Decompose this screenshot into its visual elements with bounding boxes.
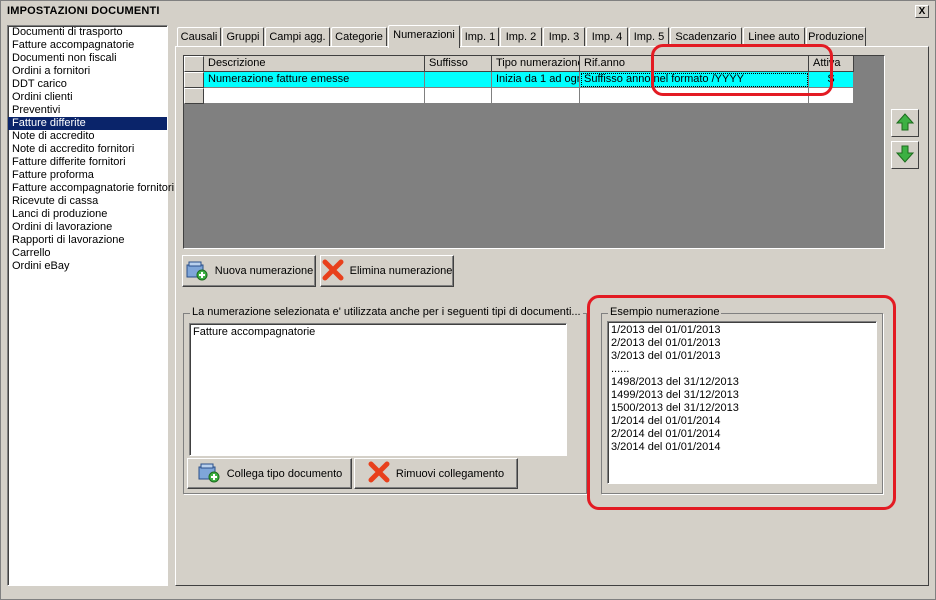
linked-documents-list[interactable]: Fatture accompagnatorie xyxy=(189,323,567,456)
grid-cell-tipo[interactable]: Inizia da 1 ad ogni nuovo anno xyxy=(492,72,580,88)
remove-x-icon xyxy=(368,461,390,486)
doc-type-item[interactable]: Carrello xyxy=(8,247,167,260)
doc-type-item[interactable]: Fatture accompagnatorie fornitori xyxy=(8,182,174,195)
tab-gruppi[interactable]: Gruppi xyxy=(222,27,264,47)
delete-numbering-button[interactable]: Elimina numerazione xyxy=(320,255,454,287)
link-icon xyxy=(197,461,221,486)
tab-causali[interactable]: Causali xyxy=(177,27,221,47)
doc-type-item[interactable]: Documenti non fiscali xyxy=(8,52,167,65)
tab-imp-2[interactable]: Imp. 2 xyxy=(500,27,542,47)
row-indicator[interactable] xyxy=(184,72,204,88)
link-document-type-button[interactable]: Collega tipo documento xyxy=(187,458,352,489)
new-record-icon xyxy=(185,259,209,284)
remove-link-button[interactable]: Rimuovi collegamento xyxy=(354,458,518,489)
new-numbering-label: Nuova numerazione xyxy=(214,265,314,277)
arrow-up-icon xyxy=(895,112,915,135)
remove-link-label: Rimuovi collegamento xyxy=(395,467,505,480)
doc-type-item[interactable]: Ordini a fornitori xyxy=(8,65,167,78)
new-numbering-button[interactable]: Nuova numerazione xyxy=(182,255,316,287)
doc-type-item[interactable]: Ordini eBay xyxy=(8,260,167,273)
arrow-down-icon xyxy=(895,144,915,167)
grid-corner xyxy=(184,56,204,72)
tab-campi-agg[interactable]: Campi agg. xyxy=(265,27,330,47)
tab-imp-4[interactable]: Imp. 4 xyxy=(586,27,628,47)
tab-imp-1[interactable]: Imp. 1 xyxy=(461,27,499,47)
delete-x-icon xyxy=(322,259,344,284)
doc-type-item[interactable]: Ordini di lavorazione xyxy=(8,221,167,234)
close-button[interactable]: X xyxy=(915,5,929,18)
linked-document-item[interactable]: Fatture accompagnatorie xyxy=(193,326,563,339)
doc-type-item[interactable]: Note di accredito fornitori xyxy=(8,143,167,156)
grid-empty-cell[interactable] xyxy=(204,88,425,104)
doc-type-item[interactable]: Rapporti di lavorazione xyxy=(8,234,167,247)
tab-numerazioni[interactable]: Numerazioni xyxy=(388,25,460,48)
doc-type-item[interactable]: DDT carico xyxy=(8,78,167,91)
tab-categorie[interactable]: Categorie xyxy=(331,27,387,47)
annotation-highlight-rif-anno xyxy=(651,44,833,96)
title-bar: IMPOSTAZIONI DOCUMENTI X xyxy=(3,3,933,21)
doc-type-item[interactable]: Fatture accompagnatorie xyxy=(8,39,167,52)
doc-type-item[interactable]: Ricevute di cassa xyxy=(8,195,167,208)
doc-type-item[interactable]: Documenti di trasporto xyxy=(8,26,167,39)
settings-window: IMPOSTAZIONI DOCUMENTI X Documenti di tr… xyxy=(0,0,936,600)
column-header[interactable]: Suffisso xyxy=(425,56,492,72)
link-document-type-label: Collega tipo documento xyxy=(226,467,343,480)
move-down-button[interactable] xyxy=(891,141,919,169)
tab-imp-3[interactable]: Imp. 3 xyxy=(543,27,585,47)
doc-type-item[interactable]: Fatture differite fornitori xyxy=(8,156,167,169)
annotation-highlight-example xyxy=(587,295,896,510)
document-type-list[interactable]: Documenti di trasporto Fatture accompagna… xyxy=(7,25,174,586)
grid-empty-cell[interactable] xyxy=(492,88,580,104)
grid-cell-descrizione[interactable]: Numerazione fatture emesse xyxy=(204,72,425,88)
linked-documents-label: La numerazione selezionata e' utilizzata… xyxy=(190,306,583,318)
column-header[interactable]: Tipo numerazione xyxy=(492,56,580,72)
doc-type-item[interactable]: Ordini clienti xyxy=(8,91,167,104)
doc-type-item[interactable]: Fatture differite xyxy=(8,117,167,130)
window-title: IMPOSTAZIONI DOCUMENTI xyxy=(7,5,160,17)
row-indicator[interactable] xyxy=(184,88,204,104)
delete-numbering-label: Elimina numerazione xyxy=(349,265,453,277)
grid-empty-cell[interactable] xyxy=(425,88,492,104)
doc-type-item[interactable]: Note di accredito xyxy=(8,130,167,143)
doc-type-item[interactable]: Fatture proforma xyxy=(8,169,167,182)
grid-cell-suffisso[interactable] xyxy=(425,72,492,88)
move-up-button[interactable] xyxy=(891,109,919,137)
doc-type-item[interactable]: Preventivi xyxy=(8,104,167,117)
doc-type-item[interactable]: Lanci di produzione xyxy=(8,208,167,221)
column-header[interactable]: Descrizione xyxy=(204,56,425,72)
